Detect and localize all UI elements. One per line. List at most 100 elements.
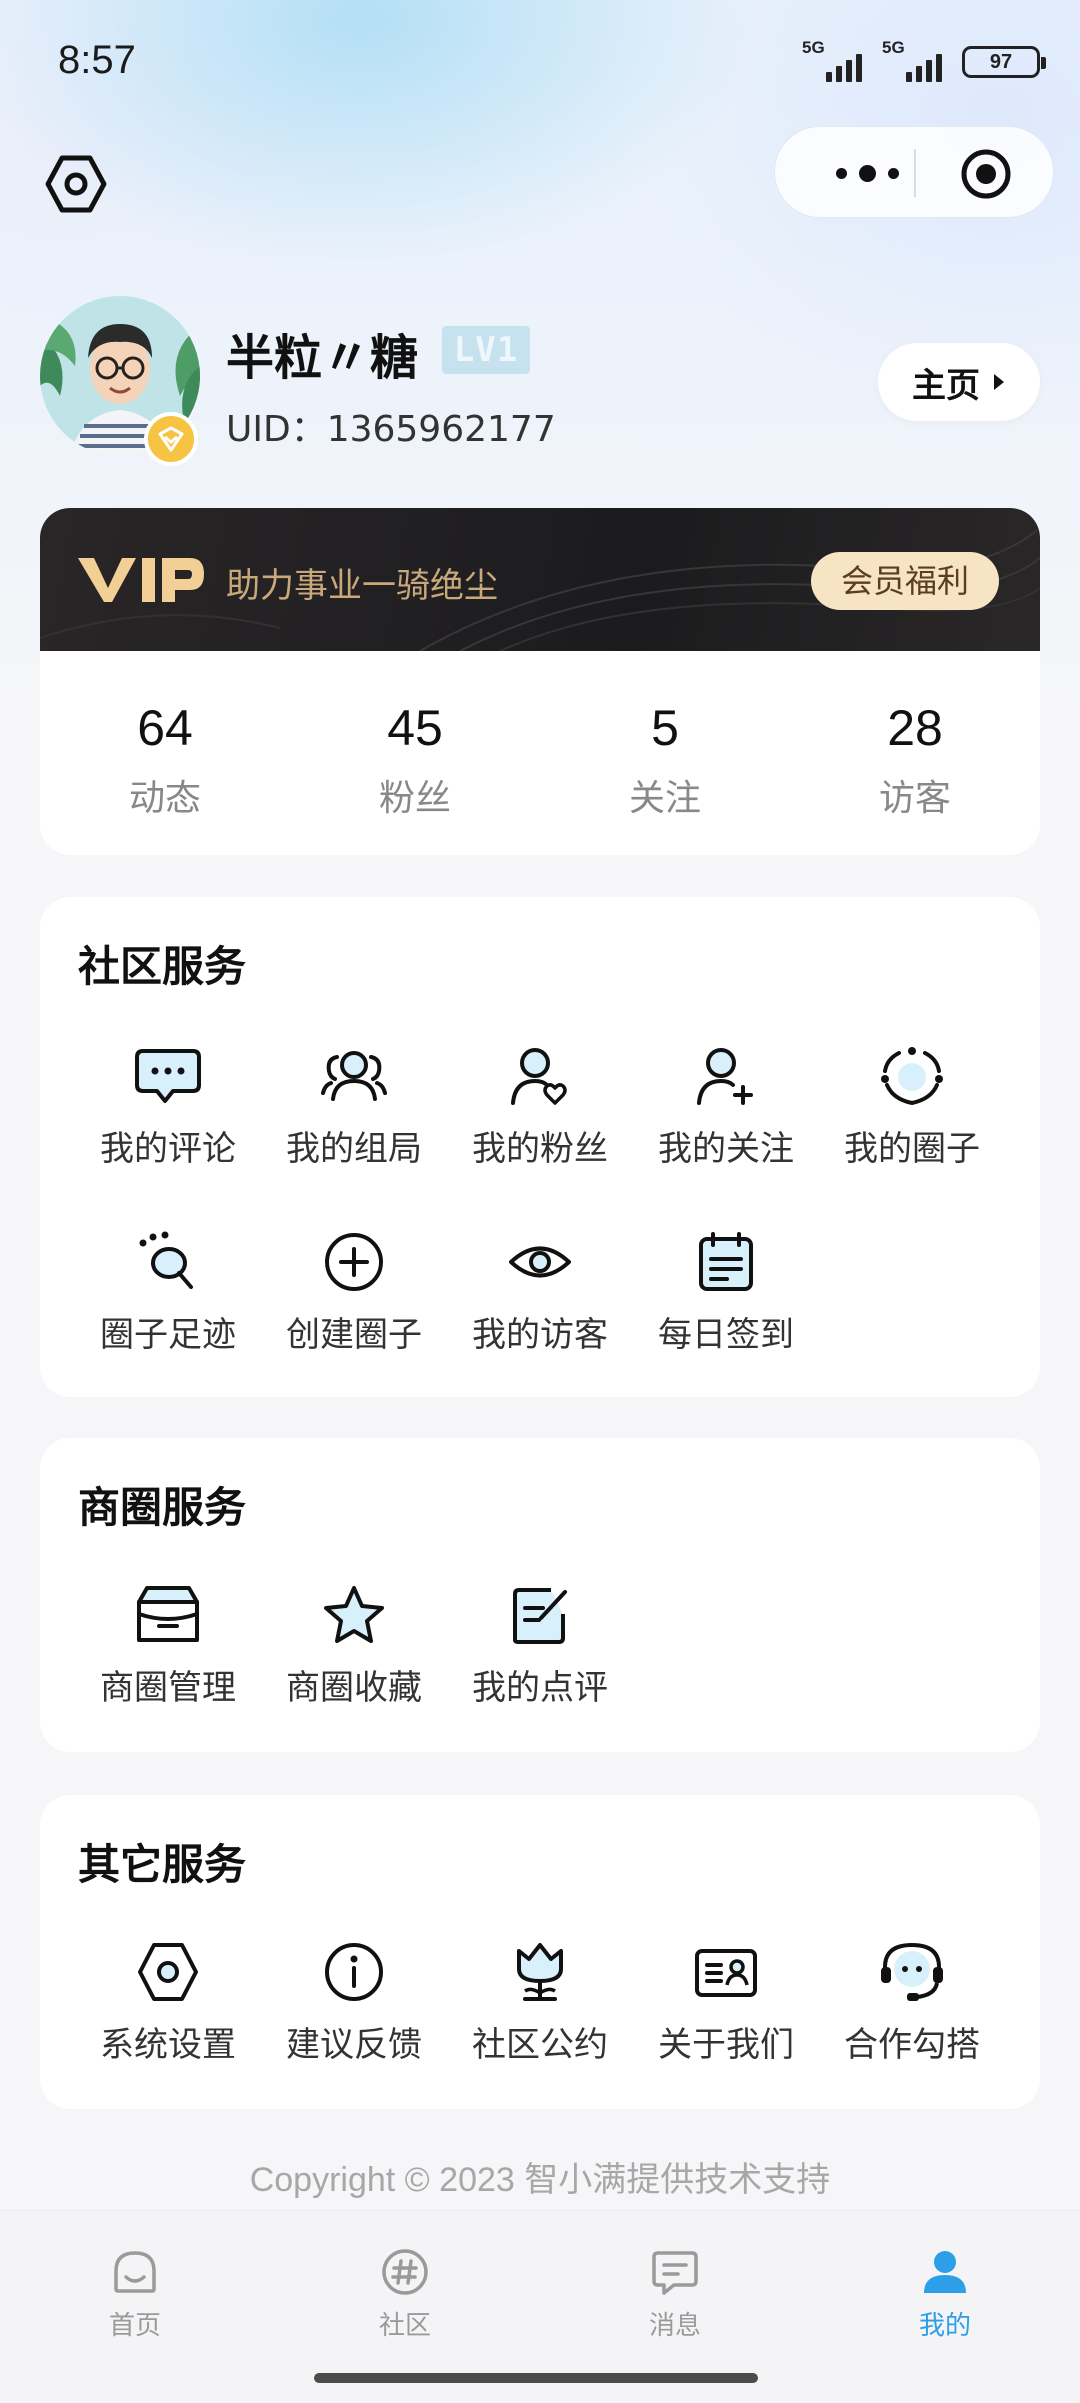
add-circle-icon	[325, 1233, 383, 1291]
vip-banner[interactable]: 助力事业一骑绝尘 会员福利	[40, 508, 1040, 651]
grid-item-my-following[interactable]: 我的关注	[633, 1045, 819, 1170]
grid-item-daily-checkin[interactable]: 每日签到	[633, 1231, 819, 1356]
store-icon	[137, 1586, 199, 1642]
calendar-icon	[699, 1232, 753, 1291]
stat-following[interactable]: 5 关注	[540, 651, 790, 855]
vip-slogan: 助力事业一骑绝尘	[226, 566, 498, 606]
miniprogram-capsule	[774, 126, 1054, 218]
community-services-card: 社区服务 我的评论 我的组局 我的粉丝 我的关注 我的圈子 圈子足迹 创建圈子 …	[40, 897, 1040, 1397]
headset-icon	[881, 1942, 943, 2001]
battery-level: 97	[989, 50, 1013, 73]
homepage-button[interactable]: 主页	[878, 343, 1040, 421]
grid-item-label: 我的访客	[472, 1315, 608, 1355]
grid-item-my-comments[interactable]: 我的评论	[75, 1045, 261, 1170]
user-nickname: 半粒〃糖	[226, 330, 419, 386]
grid-item-my-circles[interactable]: 我的圈子	[819, 1045, 1005, 1170]
other-services-card: 其它服务 系统设置 建议反馈 社区公约 关于我们 合作勾搭	[40, 1795, 1040, 2109]
grid-item-my-fans[interactable]: 我的粉丝	[447, 1045, 633, 1170]
settings-icon[interactable]	[44, 152, 108, 216]
grid-item-label: 我的圈子	[844, 1129, 980, 1169]
grid-item-label: 商圈收藏	[286, 1668, 422, 1708]
stat-value: 64	[137, 700, 193, 756]
grid-item-about-us[interactable]: 关于我们	[633, 1941, 819, 2066]
grid-item-label: 我的点评	[472, 1668, 608, 1708]
tab-messages[interactable]: 消息	[595, 2247, 755, 2342]
grid-item-label: 我的粉丝	[472, 1129, 608, 1169]
status-bar: 8:57 5G 5G 97	[0, 0, 1080, 130]
tab-label: 社区	[378, 2311, 431, 2341]
star-icon	[324, 1586, 384, 1643]
grid-item-label: 我的关注	[658, 1129, 794, 1169]
stat-label: 访客	[878, 778, 951, 819]
homepage-button-label: 主页	[912, 365, 980, 406]
home-indicator	[314, 2373, 758, 2383]
stat-label: 粉丝	[378, 778, 451, 819]
grid-item-label: 创建圈子	[286, 1315, 422, 1355]
stat-value: 5	[651, 700, 679, 756]
network-label: 5G	[882, 38, 905, 57]
close-target-icon[interactable]	[959, 147, 1013, 201]
fans-icon	[511, 1048, 567, 1105]
grid-item-my-visitors[interactable]: 我的访客	[447, 1231, 633, 1356]
tab-label: 消息	[648, 2311, 701, 2341]
settings-icon	[138, 1943, 198, 2001]
signal-icon: 5G	[882, 38, 948, 82]
stat-fans[interactable]: 45 粉丝	[290, 651, 540, 855]
level-badge: LV1	[442, 326, 530, 374]
capsule-divider	[914, 149, 916, 197]
grid-item-my-groups[interactable]: 我的组局	[261, 1045, 447, 1170]
status-time: 8:57	[58, 38, 136, 82]
tab-community[interactable]: 社区	[325, 2247, 485, 2342]
grid-item-cooperation[interactable]: 合作勾搭	[819, 1941, 1005, 2066]
network-label: 5G	[802, 38, 825, 57]
grid-item-label: 圈子足迹	[100, 1315, 236, 1355]
battery-icon: 97	[962, 46, 1046, 78]
caret-right-icon	[994, 374, 1004, 390]
section-title: 商圈服务	[78, 1483, 247, 1532]
tulip-icon	[517, 1943, 563, 2001]
stat-posts[interactable]: 64 动态	[40, 651, 290, 855]
grid-item-circle-footprint[interactable]: 圈子足迹	[75, 1231, 261, 1356]
vip-logo-icon	[78, 558, 204, 602]
grid-item-business-manage[interactable]: 商圈管理	[75, 1584, 261, 1709]
user-uid: UID：1365962177	[226, 409, 556, 450]
circle-icon	[881, 1047, 943, 1106]
grid-item-label: 社区公约	[472, 2025, 608, 2065]
business-services-card: 商圈服务 商圈管理 商圈收藏 我的点评	[40, 1438, 1040, 1752]
grid-item-label: 每日签到	[658, 1315, 794, 1355]
stat-visitors[interactable]: 28 访客	[790, 651, 1040, 855]
grid-item-label: 系统设置	[100, 2025, 236, 2065]
grid-item-label: 我的评论	[100, 1129, 236, 1169]
more-icon[interactable]	[817, 155, 917, 191]
vip-benefits-button[interactable]: 会员福利	[811, 552, 999, 610]
follow-icon	[697, 1048, 753, 1105]
review-icon	[513, 1588, 567, 1644]
section-title: 其它服务	[78, 1840, 247, 1889]
footprint-icon	[139, 1231, 193, 1289]
eye-icon	[509, 1246, 571, 1278]
copyright-text: Copyright © 2023 智小满提供技术支持	[249, 2161, 831, 2199]
about-card-icon	[695, 1949, 757, 1997]
tab-mine[interactable]: 我的	[865, 2247, 1025, 2342]
tab-label: 我的	[918, 2311, 971, 2341]
hashtag-icon	[382, 2249, 428, 2295]
grid-item-label: 建议反馈	[286, 2025, 422, 2065]
grid-item-community-rules[interactable]: 社区公约	[447, 1941, 633, 2066]
stats-panel: 64 动态 45 粉丝 5 关注 28 访客	[40, 651, 1040, 855]
info-icon	[325, 1943, 383, 2001]
grid-item-create-circle[interactable]: 创建圈子	[261, 1231, 447, 1356]
grid-item-my-reviews[interactable]: 我的点评	[447, 1584, 633, 1709]
message-icon	[652, 2251, 698, 2295]
tab-home[interactable]: 首页	[55, 2247, 215, 2342]
group-icon	[321, 1051, 387, 1101]
user-icon	[924, 2251, 966, 2293]
signal-icon: 5G	[802, 38, 868, 82]
section-title: 社区服务	[78, 942, 247, 991]
grid-item-business-favorites[interactable]: 商圈收藏	[261, 1584, 447, 1709]
grid-item-feedback[interactable]: 建议反馈	[261, 1941, 447, 2066]
grid-item-label: 关于我们	[658, 2025, 794, 2065]
tab-label: 首页	[108, 2311, 161, 2341]
grid-item-system-settings[interactable]: 系统设置	[75, 1941, 261, 2066]
home-icon	[114, 2251, 156, 2293]
grid-item-label: 我的组局	[286, 1129, 422, 1169]
